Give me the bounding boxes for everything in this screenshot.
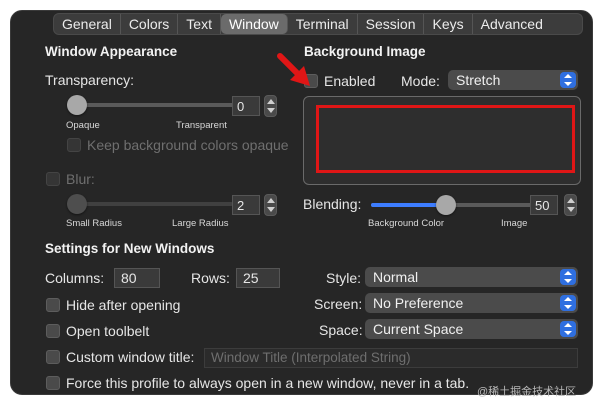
screen-popup[interactable]: No Preference xyxy=(365,293,578,313)
tab-bar: General Colors Text Window Terminal Sess… xyxy=(53,13,583,35)
window-settings-panel: General Colors Text Window Terminal Sess… xyxy=(10,10,593,395)
blending-max-label: Image xyxy=(501,218,528,229)
new-windows-heading: Settings for New Windows xyxy=(45,241,215,256)
space-label: Space: xyxy=(319,322,363,338)
blur-stepper[interactable] xyxy=(264,194,277,216)
blending-label: Blending: xyxy=(303,196,362,212)
watermark: @稀土掘金技术社区 xyxy=(477,386,577,398)
space-popup[interactable]: Current Space xyxy=(365,319,578,339)
tab-keys[interactable]: Keys xyxy=(424,14,473,34)
mode-popup-value: Stretch xyxy=(456,72,501,88)
keep-bg-opaque-checkbox[interactable] xyxy=(67,138,81,152)
hide-after-opening-checkbox[interactable] xyxy=(46,298,60,312)
transparency-slider-track[interactable] xyxy=(69,103,257,107)
blending-slider-fill xyxy=(371,203,445,207)
red-highlight-box xyxy=(316,105,575,173)
custom-title-checkbox[interactable] xyxy=(46,350,60,364)
style-popup-value: Normal xyxy=(373,269,419,285)
screen-label: Screen: xyxy=(314,296,363,312)
tab-session[interactable]: Session xyxy=(358,14,425,34)
tab-window[interactable]: Window xyxy=(220,14,288,34)
blur-checkbox[interactable] xyxy=(46,172,60,186)
transparency-stepper[interactable] xyxy=(264,95,277,117)
blending-stepper[interactable] xyxy=(564,194,577,216)
hide-after-opening-label: Hide after opening xyxy=(66,297,181,313)
mode-popup[interactable]: Stretch xyxy=(448,70,578,90)
transparency-max-label: Transparent xyxy=(176,120,227,131)
window-appearance-heading: Window Appearance xyxy=(45,44,178,59)
force-new-window-label: Force this profile to always open in a n… xyxy=(66,375,470,391)
blur-value-field[interactable]: 2 xyxy=(232,195,260,215)
open-toolbelt-checkbox[interactable] xyxy=(46,324,60,338)
blur-slider-track[interactable] xyxy=(69,202,233,206)
red-arrow-annotation xyxy=(277,53,310,86)
chevron-updown-icon xyxy=(560,72,576,88)
blending-min-label: Background Color xyxy=(368,218,445,229)
blending-value-field[interactable]: 50 xyxy=(530,195,558,215)
chevron-updown-icon xyxy=(560,295,576,311)
chevron-updown-icon xyxy=(560,269,576,285)
tab-advanced[interactable]: Advanced xyxy=(473,14,551,34)
transparency-value-field[interactable]: 0 xyxy=(232,96,260,116)
blur-label: Blur: xyxy=(66,171,95,187)
columns-label: Columns: xyxy=(45,270,105,286)
mode-label: Mode: xyxy=(401,73,440,89)
space-popup-value: Current Space xyxy=(373,321,464,337)
tab-general[interactable]: General xyxy=(54,14,121,34)
transparency-min-label: Opaque xyxy=(66,120,100,131)
rows-field[interactable]: 25 xyxy=(236,268,280,288)
transparency-slider-knob[interactable] xyxy=(67,95,87,115)
rows-label: Rows: xyxy=(191,270,230,286)
keep-bg-opaque-label: Keep background colors opaque xyxy=(87,137,289,153)
force-new-window-checkbox[interactable] xyxy=(46,376,60,390)
blur-max-label: Large Radius xyxy=(172,218,229,229)
background-enabled-label: Enabled xyxy=(324,73,376,89)
columns-field[interactable]: 80 xyxy=(114,268,160,288)
transparency-label: Transparency: xyxy=(45,72,134,88)
screen-popup-value: No Preference xyxy=(373,295,464,311)
blur-min-label: Small Radius xyxy=(66,218,122,229)
style-label: Style: xyxy=(326,270,362,286)
blur-slider-knob[interactable] xyxy=(67,194,87,214)
tab-text[interactable]: Text xyxy=(178,14,221,34)
blending-slider-knob[interactable] xyxy=(436,195,456,215)
chevron-updown-icon xyxy=(560,321,576,337)
style-popup[interactable]: Normal xyxy=(365,267,578,287)
open-toolbelt-label: Open toolbelt xyxy=(66,323,150,339)
tab-colors[interactable]: Colors xyxy=(121,14,179,34)
custom-title-field[interactable]: Window Title (Interpolated String) xyxy=(204,348,578,368)
tab-terminal[interactable]: Terminal xyxy=(288,14,358,34)
background-image-heading: Background Image xyxy=(304,44,426,59)
custom-title-label: Custom window title: xyxy=(66,349,195,365)
